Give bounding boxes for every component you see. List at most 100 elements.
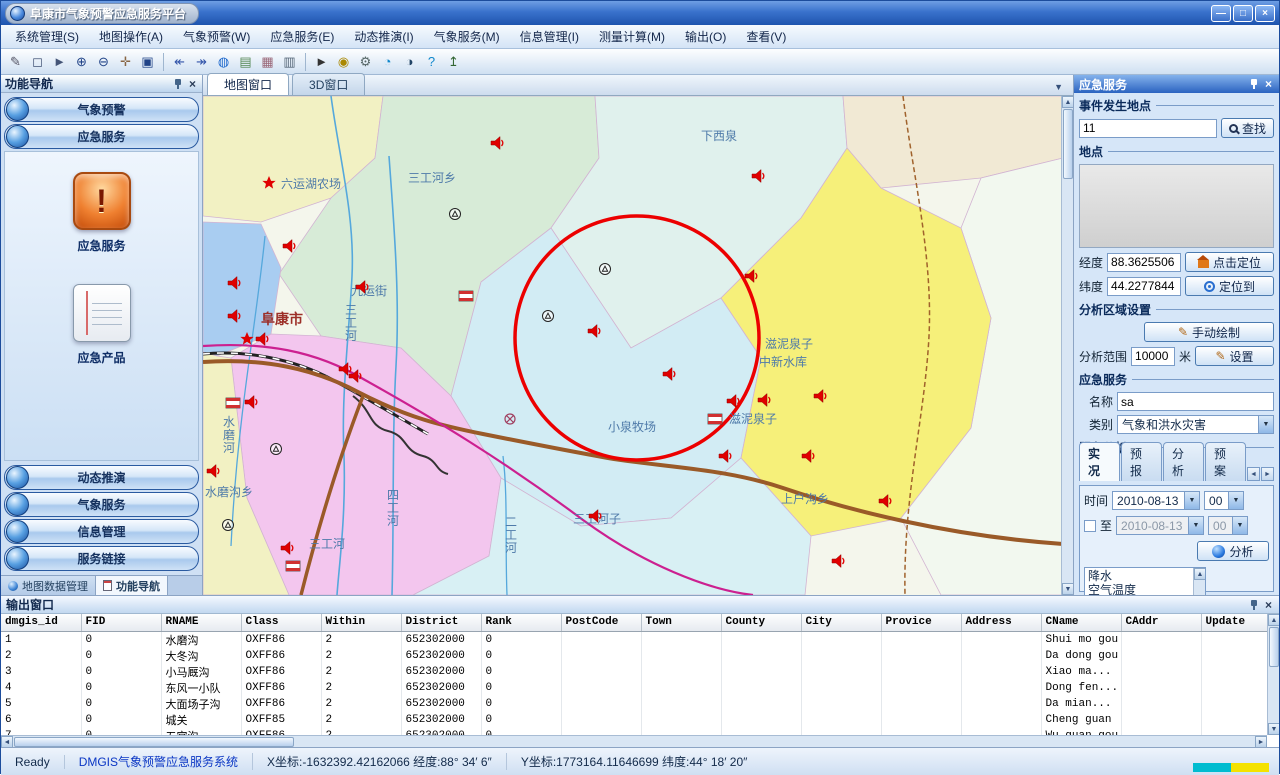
analysis-range-input[interactable] (1131, 347, 1175, 366)
to-checkbox[interactable] (1084, 520, 1096, 532)
select-arrow-icon[interactable]: ► (49, 51, 70, 72)
latitude-input[interactable] (1107, 277, 1181, 296)
longitude-input[interactable] (1107, 253, 1181, 272)
next-view-icon[interactable]: ↠ (191, 51, 212, 72)
survey-marker-icon[interactable] (543, 311, 554, 322)
table-row[interactable]: 40东风一小队OXFF8626523020000Dong fen... (1, 680, 1279, 696)
menu-item-2[interactable]: 地图操作(A) (89, 25, 173, 48)
nav-button-weather-service[interactable]: 气象服务 (4, 492, 199, 517)
list-item[interactable]: 空气温度 (1088, 583, 1190, 595)
location-search-input[interactable] (1079, 119, 1217, 138)
menu-item-6[interactable]: 气象服务(M) (424, 25, 510, 48)
survey-marker-icon[interactable] (271, 444, 282, 455)
map-vertical-scrollbar[interactable]: ▲ ▼ (1061, 96, 1073, 595)
pin-icon[interactable] (173, 78, 183, 90)
image-icon[interactable]: ▦ (257, 51, 278, 72)
nav-button-service-links[interactable]: 服务链接 (4, 546, 199, 571)
tab-scroll-right-icon[interactable]: ► (1261, 467, 1274, 481)
zoom-in-icon[interactable]: ⊕ (71, 51, 92, 72)
table-row[interactable]: 30小马厩沟OXFF8626523020000Xiao ma... (1, 664, 1279, 680)
map-tab-1[interactable]: 地图窗口 (207, 73, 289, 95)
flag-marker-icon[interactable] (459, 291, 473, 301)
scroll-up-icon[interactable]: ▲ (1194, 568, 1206, 580)
network-icon[interactable]: ◔ (377, 51, 398, 72)
chevron-down-icon[interactable]: ▼ (1184, 492, 1199, 509)
analysis-tab-2[interactable]: 预报 (1121, 442, 1162, 481)
end-date-select[interactable]: 2010-08-13 ▼ (1116, 516, 1204, 535)
column-header[interactable]: Rank (481, 614, 561, 631)
list-scrollbar[interactable]: ▲ ▼ (1193, 568, 1205, 595)
swipe-icon[interactable]: ◑ (399, 51, 420, 72)
left-tab-1[interactable]: 地图数据管理 (1, 576, 96, 595)
pin-icon[interactable] (1249, 599, 1259, 611)
chevron-down-icon[interactable]: ▼ (1228, 492, 1243, 509)
globe-icon[interactable]: ◍ (213, 51, 234, 72)
chevron-down-icon[interactable]: ▼ (1232, 517, 1247, 534)
pan-hand-icon[interactable]: ✛ (115, 51, 136, 72)
column-header[interactable]: District (401, 614, 481, 631)
menu-item-7[interactable]: 信息管理(I) (510, 25, 589, 48)
layers-icon[interactable]: ▤ (235, 51, 256, 72)
map-tab-2[interactable]: 3D窗口 (292, 73, 365, 95)
tab-scroll-left-icon[interactable]: ◄ (1247, 467, 1260, 481)
settings-icon[interactable]: ⚙ (355, 51, 376, 72)
menu-item-10[interactable]: 查看(V) (736, 25, 796, 48)
scroll-down-icon[interactable]: ▼ (1268, 723, 1279, 735)
export-icon[interactable]: ↥ (443, 51, 464, 72)
right-panel-close-icon[interactable]: × (1263, 78, 1274, 90)
menu-item-8[interactable]: 测量计算(M) (589, 25, 675, 48)
element-list[interactable]: 降水空气温度 ▲ ▼ (1084, 567, 1206, 595)
output-close-icon[interactable]: × (1263, 599, 1274, 611)
column-header[interactable]: Provice (881, 614, 961, 631)
table-row[interactable]: 60城关OXFF8526523020000Cheng guan (1, 712, 1279, 728)
menu-item-4[interactable]: 应急服务(E) (260, 25, 344, 48)
scroll-up-icon[interactable]: ▲ (1268, 614, 1279, 626)
table-horizontal-scrollbar[interactable]: ◄ ► (1, 735, 1267, 747)
select-rect-icon[interactable]: ◻ (27, 51, 48, 72)
flag-marker-icon[interactable] (226, 398, 240, 408)
list-item[interactable]: 降水 (1088, 569, 1190, 583)
flag-marker-icon[interactable] (708, 414, 722, 424)
shortcut-emergency-service[interactable]: !应急服务 (73, 172, 131, 254)
help-icon[interactable]: ? (421, 51, 442, 72)
menu-item-1[interactable]: 系统管理(S) (5, 25, 89, 48)
chevron-down-icon[interactable]: ▼ (1188, 517, 1203, 534)
nav-button-emergency-service[interactable]: 应急服务 (4, 124, 199, 149)
edit-icon[interactable]: ✎ (5, 51, 26, 72)
scroll-thumb[interactable] (1269, 627, 1279, 667)
identify-icon[interactable]: ◉ (333, 51, 354, 72)
click-locate-button[interactable]: 点击定位 (1185, 252, 1274, 272)
flag-marker-icon[interactable] (286, 561, 300, 571)
table-row[interactable]: 50大面场子沟OXFF8626523020000Da mian... (1, 696, 1279, 712)
table-vertical-scrollbar[interactable]: ▲ ▼ (1267, 614, 1279, 735)
column-header[interactable]: PostCode (561, 614, 641, 631)
pointer-icon[interactable]: ► (311, 51, 332, 72)
left-panel-close-icon[interactable]: × (187, 78, 198, 90)
nav-button-weather-warning[interactable]: 气象预警 (4, 97, 199, 122)
column-header[interactable]: Within (321, 614, 401, 631)
column-header[interactable]: CName (1041, 614, 1121, 631)
service-name-input[interactable] (1117, 392, 1274, 411)
map-canvas[interactable]: 六运湖农场三工河乡下西泉九运街滋泥泉子中新水库滋泥泉子小泉牧场上户沟乡三工河三工… (203, 96, 1073, 595)
column-header[interactable]: RNAME (161, 614, 241, 631)
close-button[interactable]: × (1255, 5, 1275, 22)
shortcut-emergency-product[interactable]: 应急产品 (73, 284, 131, 366)
left-tab-2[interactable]: 功能导航 (96, 576, 168, 595)
menu-item-5[interactable]: 动态推演(I) (344, 25, 423, 48)
scroll-thumb[interactable] (14, 737, 294, 747)
menu-item-9[interactable]: 输出(O) (675, 25, 736, 48)
column-header[interactable]: City (801, 614, 881, 631)
analysis-tab-4[interactable]: 预案 (1205, 442, 1246, 481)
column-header[interactable]: Address (961, 614, 1041, 631)
minimize-button[interactable]: — (1211, 5, 1231, 22)
scroll-up-icon[interactable]: ▲ (1062, 96, 1073, 108)
scroll-right-icon[interactable]: ► (1255, 736, 1267, 747)
survey-marker-icon[interactable] (223, 520, 234, 531)
set-range-button[interactable]: ✎ 设置 (1195, 346, 1274, 366)
nav-button-dynamic-deduction[interactable]: 动态推演 (4, 465, 199, 490)
nav-button-info-management[interactable]: 信息管理 (4, 519, 199, 544)
locate-to-button[interactable]: 定位到 (1185, 276, 1274, 296)
column-header[interactable]: Class (241, 614, 321, 631)
pin-icon[interactable] (1249, 78, 1259, 90)
column-header[interactable]: County (721, 614, 801, 631)
